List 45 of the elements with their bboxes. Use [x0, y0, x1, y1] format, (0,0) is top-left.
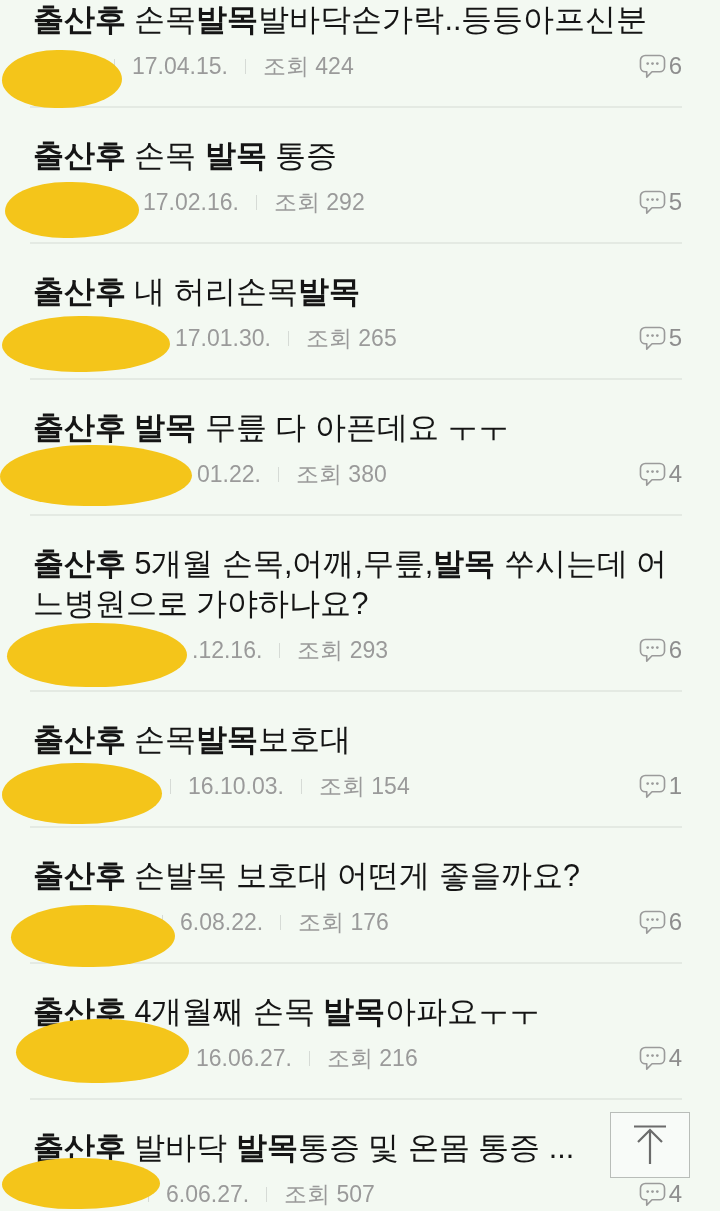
comment-count: 6	[668, 907, 682, 937]
view-count: 조회 292	[273, 188, 365, 217]
arrow-up-to-line-icon	[633, 1125, 667, 1165]
scroll-to-top-button[interactable]	[610, 1112, 690, 1178]
post-date: 17.04.15.	[132, 52, 228, 81]
post-date: 16.06.27.	[196, 1044, 292, 1073]
post-title[interactable]: 출산후 손목발목보호대	[33, 719, 352, 759]
speech-bubble-icon	[638, 53, 666, 79]
view-count: 조회 265	[305, 324, 397, 353]
comment-count: 1	[668, 771, 682, 801]
speech-bubble-icon	[638, 637, 666, 663]
speech-bubble-icon	[638, 325, 666, 351]
comment-count: 6	[668, 51, 682, 81]
speech-bubble-icon	[638, 909, 666, 935]
post-title[interactable]: 출산후 발목 무릎 다 아픈데요 ㅜㅜ	[33, 407, 510, 447]
comment-count: 4	[668, 459, 682, 489]
post-title[interactable]: 출산후 손발목 보호대 어떤게 좋을까요?	[33, 855, 580, 895]
speech-bubble-icon	[638, 773, 666, 799]
view-count: 조회 216	[326, 1044, 418, 1073]
comment-count: 4	[668, 1179, 682, 1209]
post-title[interactable]: 출산후 5개월 손목,어깨,무릎,발목 쑤시는데 어느병원으로 가야하나요?	[33, 543, 682, 623]
view-count: 조회 176	[298, 908, 389, 937]
post-date: 6.06.27.	[166, 1180, 250, 1209]
post-date: 16.10.03.	[188, 772, 284, 801]
comment-count: 4	[668, 1043, 682, 1073]
comment-count: 5	[668, 187, 682, 217]
post-title[interactable]: 출산후 손목발목발바닥손가락..등등아프신분	[33, 0, 648, 39]
view-count: 조회 293	[297, 636, 389, 665]
post-date: 17.02.16.	[143, 188, 239, 217]
post-date: 6.08.22.	[180, 908, 264, 937]
speech-bubble-icon	[638, 1045, 666, 1071]
view-count: 조회 154	[318, 772, 410, 801]
post-date: 01.22.	[197, 460, 261, 489]
comment-count: 5	[668, 323, 682, 353]
view-count: 조회 424	[262, 52, 354, 81]
post-title[interactable]: 출산후 손목 발목 통증	[33, 135, 338, 175]
post-date: 17.01.30.	[175, 324, 271, 353]
post-date: .12.16.	[192, 636, 263, 665]
speech-bubble-icon	[638, 1181, 666, 1207]
comment-count: 6	[668, 635, 682, 665]
post-title[interactable]: 출산후 내 허리손목발목	[33, 271, 360, 311]
speech-bubble-icon	[638, 461, 666, 487]
view-count: 조회 507	[284, 1180, 375, 1209]
view-count: 조회 380	[295, 460, 387, 489]
speech-bubble-icon	[638, 189, 666, 215]
